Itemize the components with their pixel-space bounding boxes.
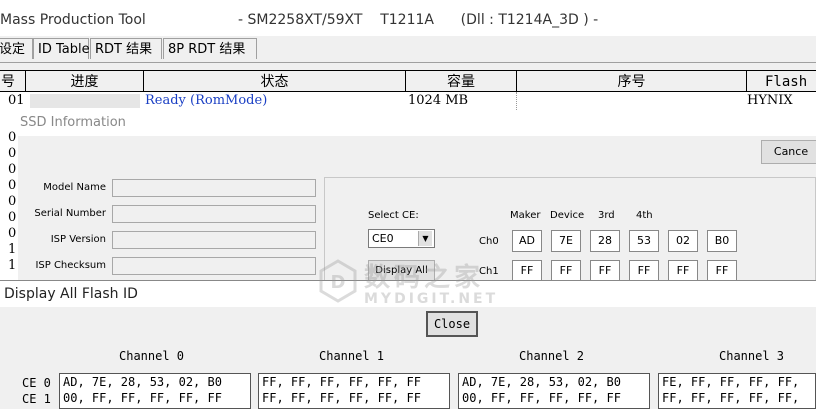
tab-rdt-result[interactable]: RDT 结果 [90, 38, 162, 59]
tab-8p-rdt-result[interactable]: 8P RDT 结果 [163, 38, 257, 59]
row-digit: 0 [8, 178, 17, 193]
ch1-id-byte-1: FF [512, 260, 542, 282]
channel-1-id-box: FF, FF, FF, FF, FF, FF FF, FF, FF, FF, F… [258, 373, 450, 409]
ch0-id-byte-2: 7E [551, 230, 581, 252]
ch0-label: Ch0 [479, 236, 499, 247]
ce1-label: CE 1 [22, 392, 51, 406]
row-digit: 0 [8, 210, 17, 225]
channel-0-label: Channel 0 [119, 349, 185, 363]
isp-checksum-label: ISP Checksum [35, 260, 106, 271]
row-number: 01 [8, 93, 25, 108]
row-digit: 0 [8, 146, 17, 161]
channel-1-ce0: FF, FF, FF, FF, FF, FF [262, 375, 421, 389]
select-ce-value: CE0 [372, 232, 394, 245]
watermark-cn: 数码之家 [364, 263, 485, 293]
ch1-id-byte-4: FF [629, 260, 659, 282]
row-digit: 0 [8, 226, 17, 241]
device-header: Device [550, 210, 585, 221]
tab-id-table[interactable]: ID Table [33, 38, 90, 59]
channel-2-id-box: AD, 7E, 28, 53, 02, B0 00, FF, FF, FF, F… [458, 373, 650, 409]
row-capacity: 1024 MB [408, 93, 469, 108]
row-digit: 1 [8, 258, 17, 273]
isp-version-label: ISP Version [50, 234, 106, 245]
row-flash: HYNIX [747, 93, 793, 108]
watermark-logo-icon: D [319, 259, 357, 303]
channel-3-label: Channel 3 [719, 349, 785, 363]
channel-2-ce1: 00, FF, FF, FF, FF, FF [462, 391, 621, 405]
col-progress[interactable]: 进度 [25, 70, 144, 92]
row-digit: 1 [8, 242, 17, 257]
col-serial[interactable]: 序号 [516, 70, 747, 92]
row-number-column: 0 0 0 0 0 0 0 1 1 [0, 110, 19, 280]
col-number[interactable]: 号 [0, 70, 26, 92]
ch1-id-byte-2: FF [551, 260, 581, 282]
app-title: Mass Production Tool [0, 12, 146, 28]
grid-header: 号 进度 状态 容量 序号 Flash [0, 70, 816, 92]
ssd-dialog-title-bar: SSD Information [18, 110, 816, 136]
channel-0-ce0: AD, 7E, 28, 53, 02, B0 [63, 375, 222, 389]
maker-header: Maker [510, 210, 541, 221]
app-subtitle: - SM2258XT/59XT T1211A (Dll : T1214A_3D … [238, 12, 599, 28]
ch1-id-byte-3: FF [590, 260, 620, 282]
table-row[interactable]: 01 Ready (RomMode) 1024 MB HYNIX [0, 92, 816, 110]
flash-dialog-title: Display All Flash ID [4, 286, 138, 302]
ch0-id-byte-5: 02 [668, 230, 698, 252]
svg-text:D: D [331, 272, 346, 293]
model-name-field[interactable] [112, 179, 316, 197]
channel-3-ce0: FE, FF, FF, FF, FF, [662, 375, 800, 389]
ce0-label: CE 0 [22, 376, 51, 390]
isp-checksum-field[interactable] [112, 257, 316, 275]
channel-1-label: Channel 1 [319, 349, 385, 363]
channel-0-id-box: AD, 7E, 28, 53, 02, B0 00, FF, FF, FF, F… [59, 373, 251, 409]
channel-2-label: Channel 2 [519, 349, 585, 363]
serial-number-label: Serial Number [34, 208, 106, 219]
isp-version-field[interactable] [112, 231, 316, 249]
row-digit: 0 [8, 194, 17, 209]
serial-number-field[interactable] [112, 205, 316, 223]
row-status: Ready (RomMode) [145, 93, 268, 108]
ch0-id-byte-3: 28 [590, 230, 620, 252]
channel-2-ce0: AD, 7E, 28, 53, 02, B0 [462, 375, 621, 389]
main-title-bar: Mass Production Tool - SM2258XT/59XT T12… [0, 0, 816, 36]
ch1-id-byte-5: FF [668, 260, 698, 282]
ch0-id-byte-6: B0 [707, 230, 737, 252]
model-name-label: Model Name [43, 182, 106, 193]
row-digit: 0 [8, 130, 17, 145]
ch0-id-byte-1: AD [512, 230, 542, 252]
col-capacity[interactable]: 容量 [405, 70, 517, 92]
ch1-id-byte-6: FF [707, 260, 737, 282]
row-progress-bar [30, 94, 140, 108]
col-flash[interactable]: Flash [746, 70, 816, 92]
watermark-en: MYDIGIT.NET [364, 291, 499, 307]
channel-1-ce1: FF, FF, FF, FF, FF, FF [262, 391, 421, 405]
select-ce-label: Select CE: [368, 210, 419, 221]
channel-3-ce1: FF, FF, FF, FF, FF, [662, 391, 800, 405]
watermark: D 数码之家 MYDIGIT.NET [318, 255, 508, 317]
cancel-button[interactable]: Cance [761, 140, 816, 164]
ssd-dialog-title: SSD Information [20, 115, 126, 130]
channel-0-ce1: 00, FF, FF, FF, FF, FF [63, 391, 222, 405]
tab-settings[interactable]: 设定 [0, 38, 33, 59]
tab-bar: 设定 ID Table RDT 结果 8P RDT 结果 [0, 36, 816, 63]
ch0-id-byte-4: 53 [629, 230, 659, 252]
chevron-down-icon[interactable]: ▼ [418, 231, 432, 246]
col-status[interactable]: 状态 [143, 70, 406, 92]
select-ce-dropdown[interactable]: CE0 ▼ [368, 229, 435, 248]
channel-3-id-box: FE, FF, FF, FF, FF, FF, FF, FF, FF, FF, [658, 373, 816, 409]
third-header: 3rd [598, 210, 615, 221]
fourth-header: 4th [636, 210, 653, 221]
row-digit: 0 [8, 162, 17, 177]
